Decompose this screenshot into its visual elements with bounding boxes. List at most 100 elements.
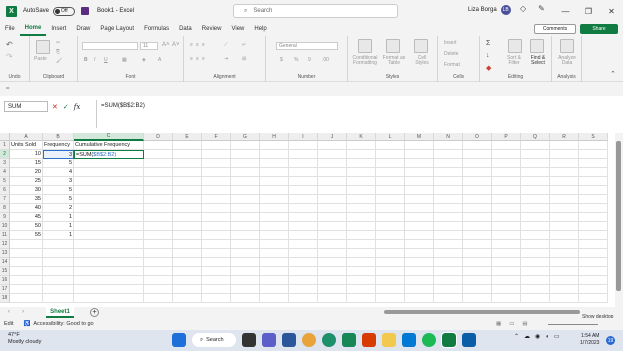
view-mode-icons[interactable]: ▦▭▤: [496, 321, 536, 327]
cell-g13[interactable]: [231, 249, 260, 258]
cell-e3[interactable]: [173, 159, 202, 168]
cell-m14[interactable]: [405, 258, 434, 267]
cell-h12[interactable]: [260, 240, 289, 249]
cell-p2[interactable]: [492, 150, 521, 159]
cell-s11[interactable]: [579, 231, 608, 240]
cell-a2[interactable]: 10: [10, 150, 43, 159]
cell-f3[interactable]: [202, 159, 231, 168]
cell-f7[interactable]: [202, 195, 231, 204]
cell-e13[interactable]: [173, 249, 202, 258]
cell-r14[interactable]: [550, 258, 579, 267]
cell-r15[interactable]: [550, 267, 579, 276]
cell-k6[interactable]: [347, 186, 376, 195]
cell-c15[interactable]: [74, 267, 144, 276]
cell-k2[interactable]: [347, 150, 376, 159]
cell-q15[interactable]: [521, 267, 550, 276]
cell-m10[interactable]: [405, 222, 434, 231]
share-button[interactable]: Share: [580, 24, 618, 34]
cell-j15[interactable]: [318, 267, 347, 276]
cell-g9[interactable]: [231, 213, 260, 222]
cell-s2[interactable]: [579, 150, 608, 159]
cell-c13[interactable]: [74, 249, 144, 258]
cell-j13[interactable]: [318, 249, 347, 258]
cell-r11[interactable]: [550, 231, 579, 240]
cell-h18[interactable]: [260, 294, 289, 303]
cell-k18[interactable]: [347, 294, 376, 303]
cell-b16[interactable]: [43, 276, 74, 285]
cell-o17[interactable]: [463, 285, 492, 294]
cell-n10[interactable]: [434, 222, 463, 231]
cell-l15[interactable]: [376, 267, 405, 276]
cell-o13[interactable]: [463, 249, 492, 258]
comments-button[interactable]: Comments: [534, 24, 576, 34]
cell-n18[interactable]: [434, 294, 463, 303]
cell-j4[interactable]: [318, 168, 347, 177]
cell-g16[interactable]: [231, 276, 260, 285]
cell-k4[interactable]: [347, 168, 376, 177]
cell-l3[interactable]: [376, 159, 405, 168]
cell-i6[interactable]: [289, 186, 318, 195]
cell-n3[interactable]: [434, 159, 463, 168]
select-all-corner[interactable]: [0, 133, 10, 141]
font-size-box[interactable]: 11: [140, 42, 158, 50]
cell-r9[interactable]: [550, 213, 579, 222]
tab-help[interactable]: Help: [249, 22, 271, 36]
paste-icon[interactable]: [36, 40, 50, 54]
cell-f11[interactable]: [202, 231, 231, 240]
cell-h3[interactable]: [260, 159, 289, 168]
cell-o7[interactable]: [463, 195, 492, 204]
cell-q18[interactable]: [521, 294, 550, 303]
cell-k5[interactable]: [347, 177, 376, 186]
cell-j3[interactable]: [318, 159, 347, 168]
cell-k11[interactable]: [347, 231, 376, 240]
cell-c4[interactable]: [74, 168, 144, 177]
prev-sheet-icon[interactable]: ‹: [8, 309, 10, 315]
ribbon-collapse-icon[interactable]: ⌃: [610, 70, 616, 78]
cell-n8[interactable]: [434, 204, 463, 213]
cell-j17[interactable]: [318, 285, 347, 294]
cell-o8[interactable]: [463, 204, 492, 213]
cell-s8[interactable]: [579, 204, 608, 213]
cell-k16[interactable]: [347, 276, 376, 285]
cell-i12[interactable]: [289, 240, 318, 249]
cell-e12[interactable]: [173, 240, 202, 249]
cell-m11[interactable]: [405, 231, 434, 240]
cell-e18[interactable]: [173, 294, 202, 303]
cell-h4[interactable]: [260, 168, 289, 177]
cell-d15[interactable]: [144, 267, 173, 276]
cell-r6[interactable]: [550, 186, 579, 195]
comma-icon[interactable]: 9: [308, 57, 311, 63]
cell-d10[interactable]: [144, 222, 173, 231]
cell-o3[interactable]: [463, 159, 492, 168]
cell-h14[interactable]: [260, 258, 289, 267]
cell-h1[interactable]: [260, 141, 289, 150]
cell-n1[interactable]: [434, 141, 463, 150]
network-icon[interactable]: ◉: [535, 333, 540, 340]
cell-g2[interactable]: [231, 150, 260, 159]
cell-s5[interactable]: [579, 177, 608, 186]
cell-s12[interactable]: [579, 240, 608, 249]
cell-p7[interactable]: [492, 195, 521, 204]
cell-g18[interactable]: [231, 294, 260, 303]
cell-d7[interactable]: [144, 195, 173, 204]
column-header-m[interactable]: M: [405, 133, 434, 141]
font-color-icon[interactable]: A: [158, 57, 161, 63]
insert-function-icon[interactable]: fx: [74, 103, 81, 111]
cell-styles-icon[interactable]: [414, 39, 428, 53]
cell-g15[interactable]: [231, 267, 260, 276]
user-account[interactable]: Liza Borga LB: [468, 5, 511, 15]
cell-a6[interactable]: 30: [10, 186, 43, 195]
cell-a12[interactable]: [10, 240, 43, 249]
cell-a17[interactable]: [10, 285, 43, 294]
cell-e4[interactable]: [173, 168, 202, 177]
cell-n9[interactable]: [434, 213, 463, 222]
cell-d13[interactable]: [144, 249, 173, 258]
cell-c11[interactable]: [74, 231, 144, 240]
cell-e11[interactable]: [173, 231, 202, 240]
cell-i14[interactable]: [289, 258, 318, 267]
task-view-icon[interactable]: [242, 333, 256, 347]
column-header-r[interactable]: R: [550, 133, 579, 141]
weather-widget[interactable]: 47°F Mostly cloudy: [8, 332, 41, 346]
add-sheet-button[interactable]: +: [90, 308, 99, 317]
cell-n6[interactable]: [434, 186, 463, 195]
